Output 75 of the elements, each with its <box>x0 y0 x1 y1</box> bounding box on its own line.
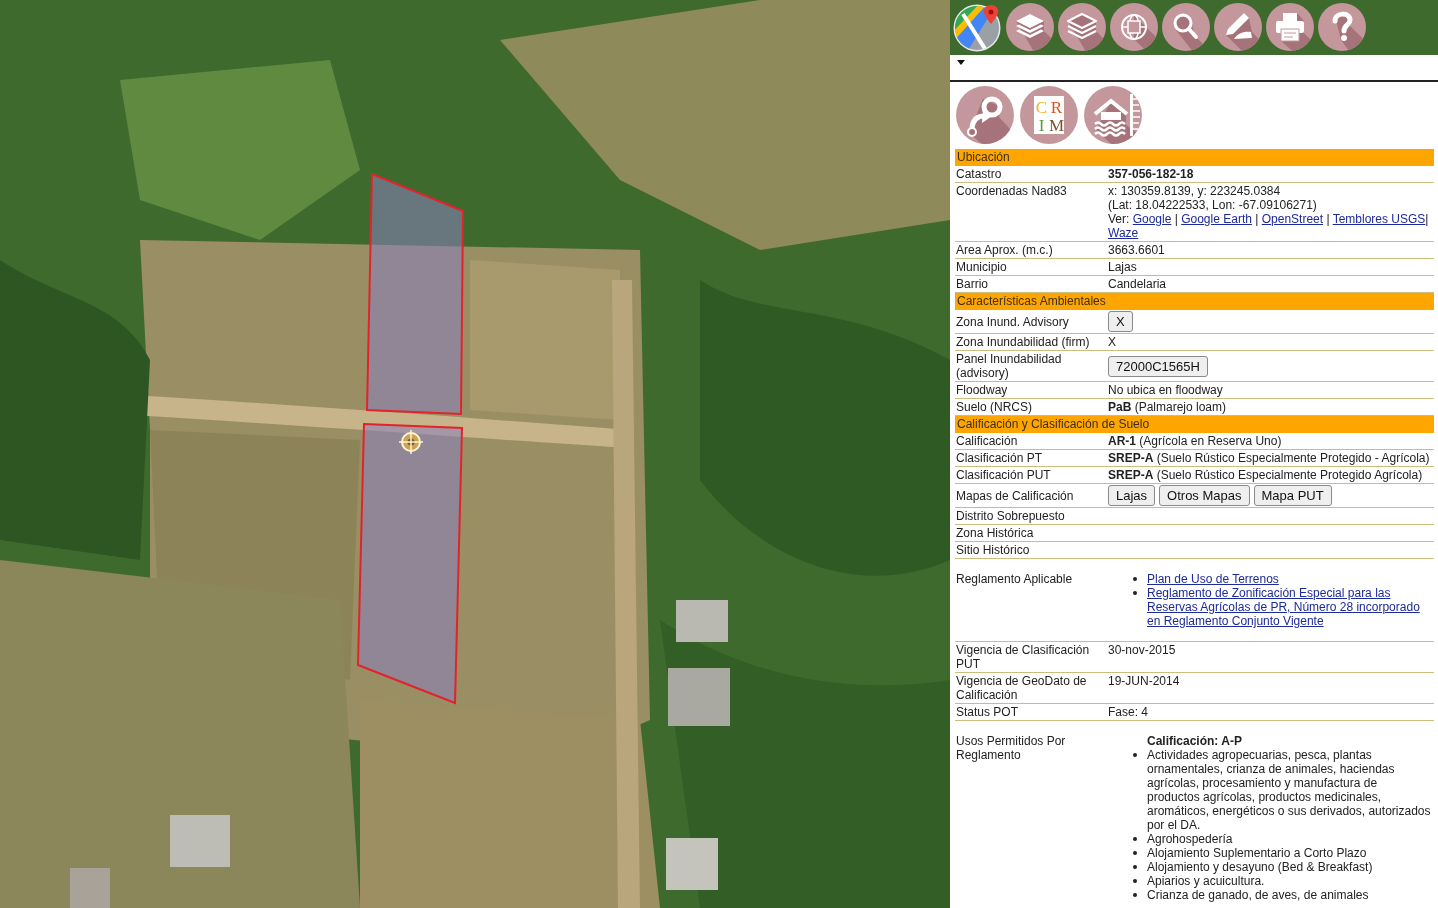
field-label: Barrio <box>955 276 989 292</box>
bullet-icon <box>1133 879 1137 883</box>
field-label: Reglamento Aplicable <box>955 571 1074 588</box>
zoning-heading: Calificación: A-P <box>1147 734 1243 748</box>
field-label: Municipio <box>955 259 1008 275</box>
map-link[interactable]: Waze <box>1108 226 1139 240</box>
field-label: Floodway <box>955 382 1009 398</box>
section-header: Calificación y Clasificación de Suelo <box>955 416 1434 433</box>
field-value: Candelaria <box>1107 276 1168 292</box>
field-label: Status POT <box>955 704 1020 720</box>
field-label: Sitio Histórico <box>955 542 1031 558</box>
bullet-icon <box>1133 851 1137 855</box>
field-label: Calificación <box>955 433 1019 449</box>
field-value: 19-JUN-2014 <box>1107 673 1181 690</box>
field-value: SREP-A (Suelo Rústico Especialmente Protegido - Agrícola) <box>1107 450 1431 466</box>
building-roof <box>70 868 110 908</box>
permitted-use-text: Agrohospedería <box>1147 832 1233 846</box>
field-label: Zona Inund. Advisory <box>955 313 1070 330</box>
map-link[interactable]: Google <box>1132 212 1172 226</box>
building-roof <box>668 668 730 726</box>
field-value: 3663.6601 <box>1107 242 1166 258</box>
field-value: Fase: 4 <box>1107 704 1150 720</box>
permitted-use-text: Alojamiento y desayuno (Bed & Breakfast) <box>1147 860 1373 874</box>
coordinates-text: (Lat: 18.04222533, Lon: -67.09106271) <box>1108 198 1318 212</box>
field-label: Distrito Sobrepuesto <box>955 508 1066 524</box>
field-label: Suelo (NRCS) <box>955 399 1034 415</box>
field-label: Usos Permitidos Por Reglamento <box>955 733 1067 764</box>
building-roof <box>170 815 230 867</box>
permitted-use-text: Actividades agropecuarias, pesca, plantas ornamentales, crianza de animales, haciendas agrícolas, procesamiento y manufactura de productos agrícolas, productos medicinales, aromáticos, energéticos o sus derivados, autorizados por el DA. <box>1147 748 1432 832</box>
section-header: Ubicación <box>955 149 1434 166</box>
value-button[interactable]: 72000C1565H <box>1108 355 1208 377</box>
permitted-use-text: Crianza de ganado, de aves, de animales <box>1147 888 1369 902</box>
coordinates-text: x: 130359.8139, y: 223245.0384 <box>1108 184 1282 198</box>
field-label: Coordenadas Nad83 <box>955 183 1068 200</box>
section-header: Características Ambientales <box>955 293 1434 310</box>
bullet-icon <box>1133 865 1137 869</box>
document-link[interactable]: Plan de Uso de Terrenos <box>1147 572 1279 586</box>
field-value: X <box>1107 334 1117 350</box>
field-label: Mapas de Calificación <box>955 487 1075 504</box>
map-link[interactable]: Google Earth <box>1181 212 1252 226</box>
field-value: SREP-A (Suelo Rústico Especialmente Protegido Agrícola) <box>1107 467 1424 483</box>
field-label: Zona Histórica <box>955 525 1035 541</box>
field-label: Vigencia de Clasificación PUT <box>955 642 1091 672</box>
bullet-icon <box>1133 753 1137 757</box>
field-label: Area Aprox. (m.c.) <box>955 242 1054 258</box>
building-roof <box>676 600 728 642</box>
value-button[interactable]: Mapa PUT <box>1253 485 1332 506</box>
field-value: Lajas <box>1107 259 1138 275</box>
field-label: Catastro <box>955 166 1003 182</box>
field-value: No ubica en floodway <box>1107 382 1224 398</box>
document-link[interactable]: Reglamento de Zonificación Especial para las Reservas Agrícolas de PR, Número 28 incorporado en Reglamento Conjunto Vigente <box>1147 586 1434 628</box>
bullet-icon <box>1133 893 1137 897</box>
field-value: 357-056-182-18 <box>1107 166 1195 182</box>
building-roof <box>666 838 718 890</box>
crosshair-icon <box>398 429 424 455</box>
field-label: Vigencia de GeoDato de Calificación <box>955 673 1088 703</box>
map-link[interactable]: OpenStreet <box>1261 212 1324 226</box>
field-value: 30-nov-2015 <box>1107 642 1177 659</box>
value-button[interactable]: Otros Mapas <box>1159 485 1250 506</box>
permitted-use-text: Apiarios y acuicultura. <box>1147 874 1265 888</box>
value-button[interactable]: X <box>1108 311 1133 332</box>
letter-logo[interactable]: C R I M <box>1019 85 1079 145</box>
caret-icon[interactable] <box>957 60 965 65</box>
field-label: Clasificación PT <box>955 450 1044 466</box>
field-label: Zona Inundabilidad (firm) <box>955 334 1091 350</box>
bullet-icon <box>1133 837 1137 841</box>
field-value: AR-1 (Agrícola en Reserva Uno) <box>1107 433 1283 449</box>
map-links-text: Ver: Google | Google Earth | OpenStreet | Temblores USGS| Waze <box>1108 212 1430 240</box>
value-button[interactable]: Lajas <box>1108 485 1156 506</box>
bullet-icon <box>1133 591 1137 595</box>
field-label: Clasificación PUT <box>955 467 1052 483</box>
field-value: PaB (Palmarejo loam) <box>1107 399 1228 415</box>
field-label: Panel Inundabilidad (advisory) <box>955 351 1063 381</box>
permitted-use-text: Alojamiento Suplementario a Corto Plazo <box>1147 846 1367 860</box>
bullet-icon <box>1133 577 1137 581</box>
